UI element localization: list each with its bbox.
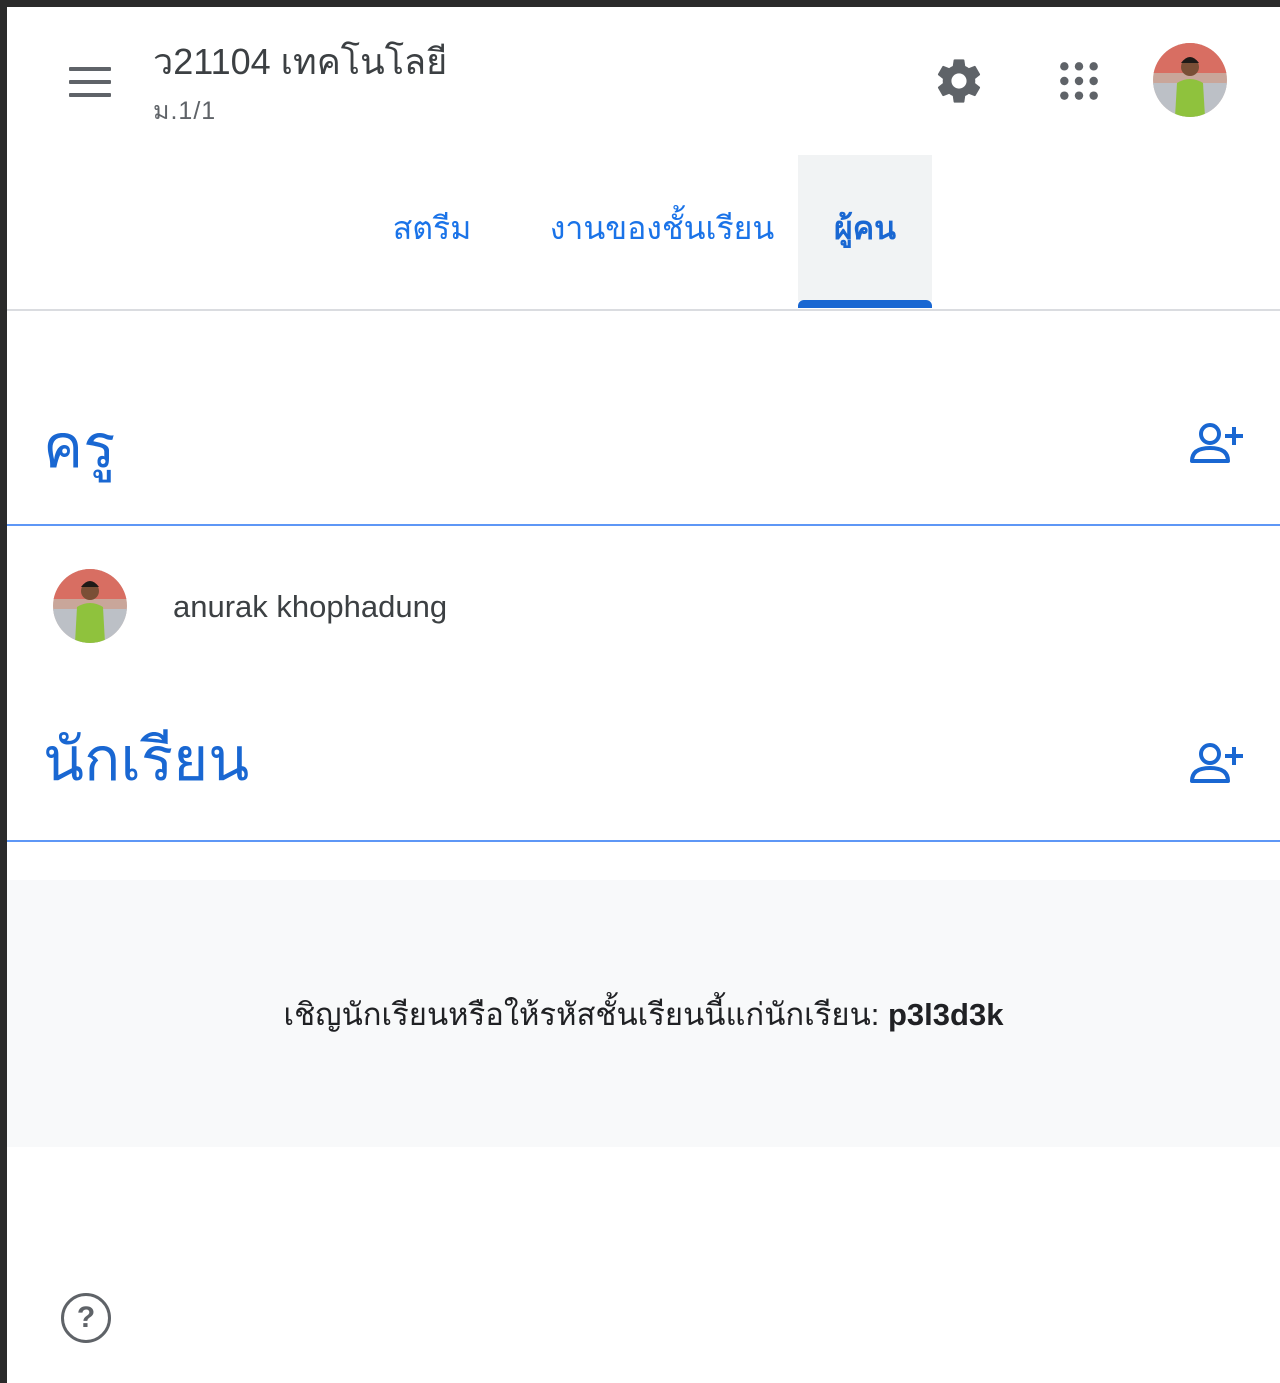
tab-classwork[interactable]: งานของชั้นเรียน — [527, 155, 797, 301]
menu-icon-bar — [69, 67, 111, 71]
teachers-heading: ครู — [43, 413, 116, 480]
main-menu-button[interactable] — [57, 57, 123, 107]
tab-people[interactable]: ผู้คน — [798, 155, 932, 301]
tab-bar: สตรีม งานของชั้นเรียน ผู้คน — [7, 155, 1280, 311]
gear-icon — [937, 59, 981, 103]
menu-icon-bar — [69, 80, 111, 84]
teacher-list-item: anurak khophadung — [7, 567, 1280, 649]
class-title: ว21104 เทคโนโลยี — [153, 41, 448, 82]
user-photo-icon — [1153, 43, 1227, 117]
invite-text: เชิญนักเรียนหรือให้รหัสชั้นเรียนนี้แก่นั… — [283, 996, 888, 1032]
google-apps-button[interactable] — [1047, 49, 1111, 113]
invite-teacher-button[interactable] — [1181, 407, 1253, 479]
app-header: ว21104 เทคโนโลยี ม.1/1 — [7, 7, 1280, 157]
invite-students-panel: เชิญนักเรียนหรือให้รหัสชั้นเรียนนี้แก่นั… — [7, 880, 1280, 1147]
apps-grid-icon — [1060, 62, 1098, 100]
invite-message: เชิญนักเรียนหรือให้รหัสชั้นเรียนนี้แก่นั… — [284, 989, 1004, 1039]
add-person-icon — [1190, 743, 1243, 783]
help-button[interactable]: ? — [61, 1293, 111, 1343]
teacher-name: anurak khophadung — [173, 589, 448, 624]
invite-students-button[interactable] — [1181, 727, 1253, 799]
avatar — [53, 569, 127, 643]
user-photo-icon — [53, 569, 127, 643]
class-settings-button[interactable] — [927, 49, 991, 113]
active-tab-indicator — [798, 300, 932, 308]
classroom-window: ว21104 เทคโนโลยี ม.1/1 สตรีม งานของชั้นเ… — [7, 7, 1280, 1383]
class-title-block[interactable]: ว21104 เทคโนโลยี ม.1/1 — [153, 41, 447, 131]
add-person-icon — [1190, 423, 1243, 463]
class-code[interactable]: p3l3d3k — [888, 997, 1003, 1032]
tab-stream[interactable]: สตรีม — [377, 155, 487, 301]
help-icon: ? — [76, 1301, 96, 1334]
account-avatar[interactable] — [1153, 43, 1227, 117]
students-heading: นักเรียน — [43, 726, 250, 793]
teachers-divider — [7, 524, 1280, 526]
class-section: ม.1/1 — [153, 97, 217, 125]
menu-icon-bar — [69, 93, 111, 97]
students-divider — [7, 840, 1280, 842]
